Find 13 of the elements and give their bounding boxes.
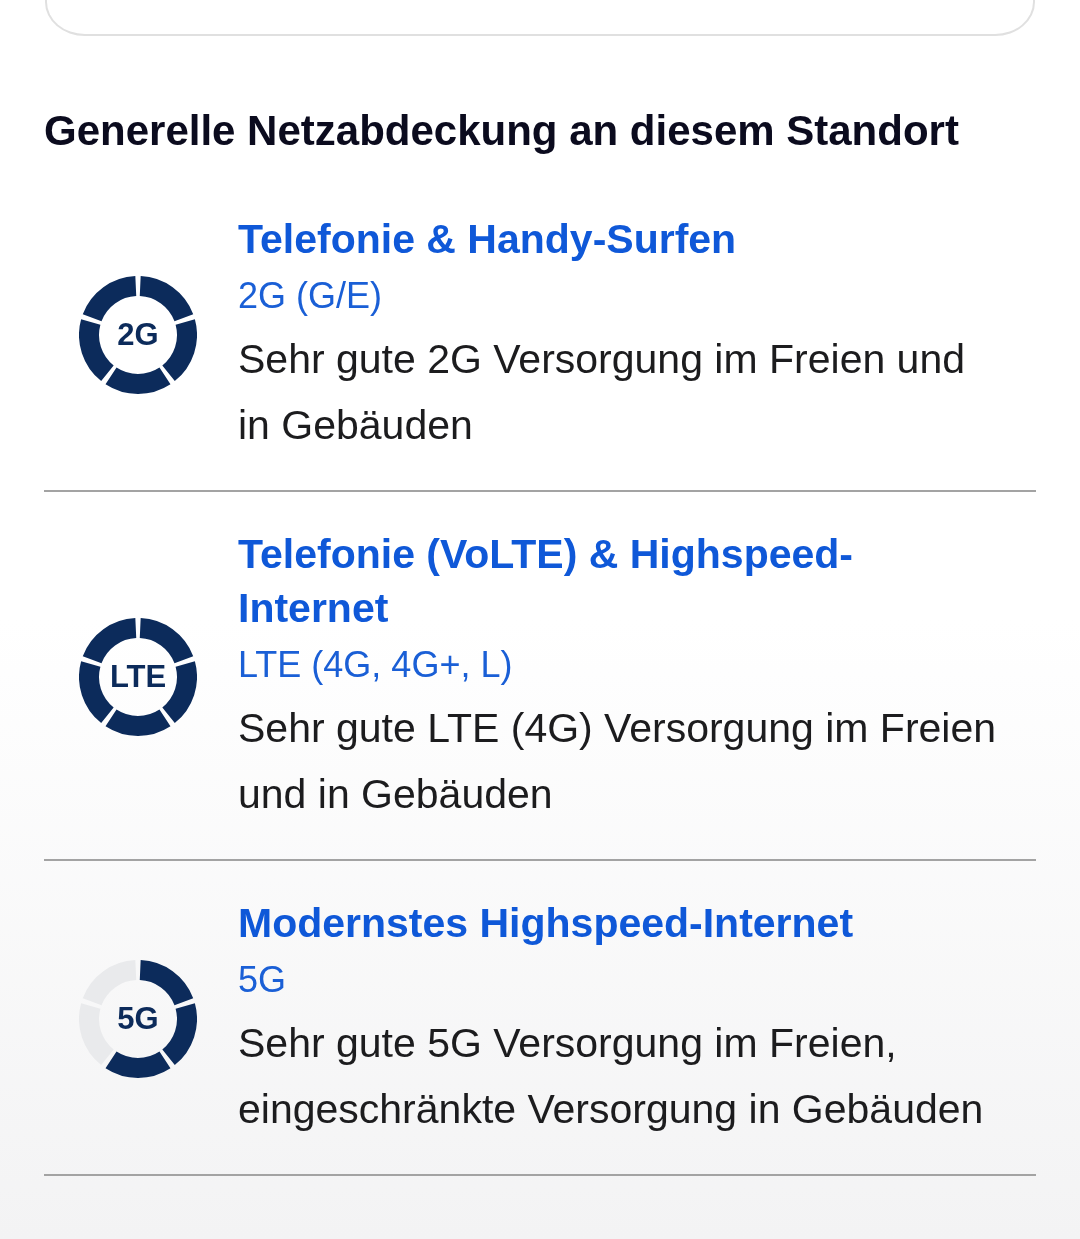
coverage-description: Sehr gute 2G Versorgung im Freien und in Gebäuden xyxy=(238,335,967,450)
service-title: Modernstes Highspeed-Internet xyxy=(238,899,855,948)
technology-label: LTE (4G, 4G+, L) xyxy=(238,643,514,687)
coverage-description: Sehr gute 5G Versorgung im Freien, eingeschränkte Versorgung in Gebäuden xyxy=(238,1019,985,1134)
coverage-description: Sehr gute LTE (4G) Versorgung im Freien und in Gebäuden xyxy=(238,704,998,819)
service-title: Telefonie (VoLTE) & Highspeed-Internet xyxy=(238,530,854,633)
technology-label: 5G xyxy=(238,958,288,1002)
network-badge-label: 2G xyxy=(117,318,159,352)
technology-label: 2G (G/E) xyxy=(238,274,384,318)
section-heading: Generelle Netzabdeckung an diesem Standort xyxy=(44,106,960,156)
network-badge-label: LTE xyxy=(109,660,167,694)
network-badge-label: 5G xyxy=(117,1002,159,1036)
service-title: Telefonie & Handy-Surfen xyxy=(238,215,738,264)
